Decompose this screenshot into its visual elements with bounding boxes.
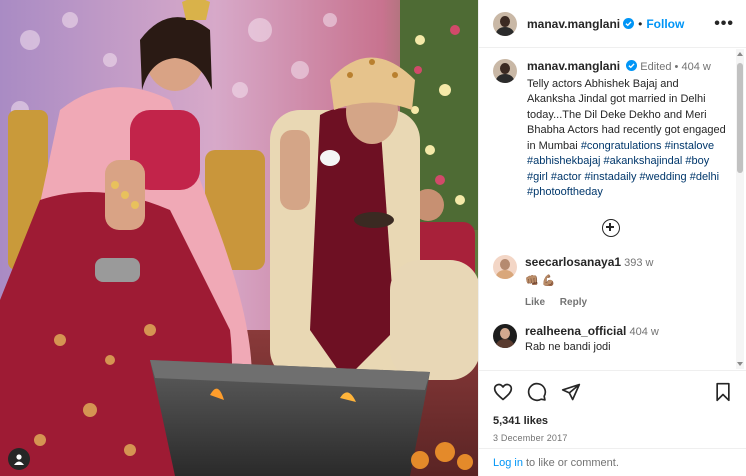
edited-label: Edited	[640, 61, 672, 73]
hashtag-link[interactable]: #akankshajindal	[603, 155, 682, 167]
scroll-up-arrow[interactable]	[737, 52, 743, 56]
hashtag-link[interactable]: #instadaily	[585, 171, 637, 183]
verified-badge-icon	[626, 60, 638, 71]
heart-icon[interactable]	[493, 382, 513, 402]
login-prompt-text: to like or comment.	[525, 456, 619, 469]
plus-circle-icon[interactable]	[601, 218, 620, 237]
comment-text: 👊🏽 💪🏽	[525, 274, 556, 287]
hashtag-link[interactable]: #actor	[551, 171, 582, 183]
comment-avatar[interactable]	[493, 254, 517, 279]
header-separator: •	[638, 16, 643, 31]
hashtag-link[interactable]: #congratulations	[581, 140, 662, 152]
comment-username[interactable]: realheena_official	[525, 324, 626, 338]
author-avatar[interactable]	[493, 11, 517, 36]
user-icon	[14, 454, 24, 465]
post-date[interactable]: 3 December 2017	[493, 433, 732, 443]
hashtag-link[interactable]: #delhi	[690, 171, 719, 183]
hashtag-link[interactable]: #wedding	[640, 171, 687, 183]
comment-age: 393 w	[624, 256, 654, 269]
caption-username[interactable]: manav.manglani	[527, 59, 620, 73]
comment-icon[interactable]	[527, 382, 547, 402]
verified-badge-icon	[623, 18, 635, 29]
caption-age[interactable]: 404 w	[681, 61, 710, 73]
hashtag-link[interactable]: #instalove	[665, 140, 715, 152]
user-tags-button[interactable]	[8, 448, 30, 470]
follow-button[interactable]: Follow	[646, 17, 684, 31]
comment-item: realheena_official 404 w Rab ne bandi jo…	[493, 323, 728, 355]
comment-like-button[interactable]: Like	[525, 297, 545, 308]
wedding-photo-image	[0, 0, 478, 476]
comments-section[interactable]: manav.manglani Edited • 404 w Telly acto…	[479, 49, 736, 369]
more-icon[interactable]: •••	[714, 15, 734, 33]
caption-avatar[interactable]	[493, 59, 517, 83]
post-sidebar: manav.manglani • Follow ••• manav.mangla…	[478, 0, 746, 476]
hashtag-link[interactable]: #boy	[685, 155, 709, 167]
post-header: manav.manglani • Follow •••	[479, 0, 746, 48]
bookmark-icon[interactable]	[714, 382, 732, 402]
login-link[interactable]: Log in	[493, 457, 523, 469]
comment-age: 404 w	[629, 325, 659, 338]
post-actions: 5,341 likes 3 December 2017	[479, 370, 746, 443]
hashtag-link[interactable]: #girl	[527, 171, 548, 183]
comment-avatar[interactable]	[493, 323, 517, 348]
caption-separator: •	[674, 61, 679, 73]
comment-item: seecarlosanaya1 393 w 👊🏽 💪🏽 Like Reply	[493, 254, 728, 310]
comment-text: Rab ne bandi jodi	[525, 340, 611, 353]
load-more-comments[interactable]	[493, 218, 728, 237]
share-icon[interactable]	[561, 382, 581, 402]
likes-count[interactable]: 5,341 likes	[493, 415, 732, 427]
author-username[interactable]: manav.manglani	[527, 17, 620, 31]
login-prompt: Log in to like or comment.	[479, 448, 746, 476]
hashtag-link[interactable]: #abhishekbajaj	[527, 155, 600, 167]
comment-reply-button[interactable]: Reply	[560, 297, 587, 308]
comment-username[interactable]: seecarlosanaya1	[525, 255, 621, 269]
post-caption: manav.manglani Edited • 404 w Telly acto…	[493, 59, 728, 201]
comments-scrollbar[interactable]	[736, 49, 744, 369]
scroll-down-arrow[interactable]	[737, 362, 743, 366]
scrollbar-thumb[interactable]	[737, 63, 743, 173]
hashtag-link[interactable]: #photooftheday	[527, 186, 603, 198]
post-photo[interactable]	[0, 0, 478, 476]
